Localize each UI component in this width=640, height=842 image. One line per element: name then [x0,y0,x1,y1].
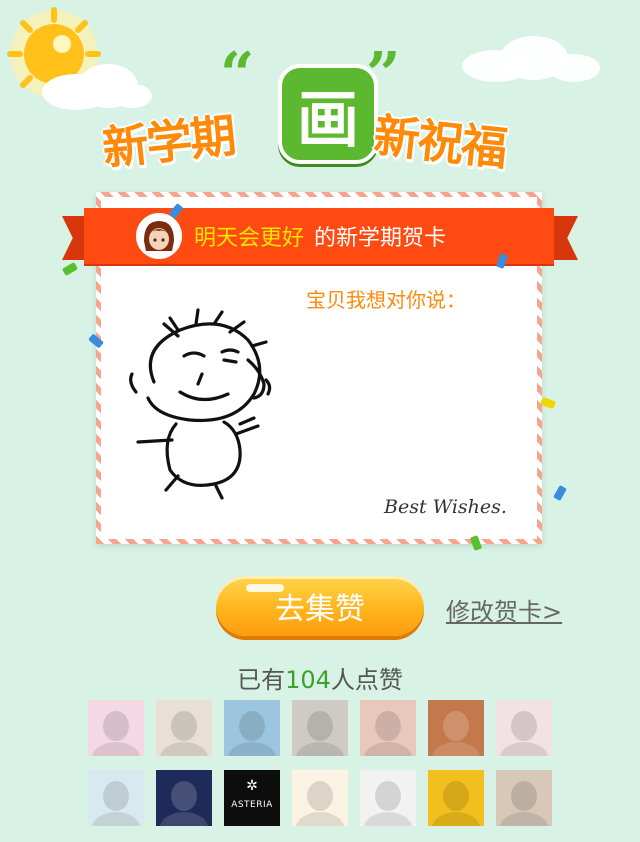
avatar-watercolor[interactable] [88,770,144,826]
avatar-image [228,711,276,756]
avatar-logo-text: ASTERIA [231,800,273,810]
liker-avatar-grid: ASTERIA ✲ [88,700,556,826]
card-title-suffix: 的新学期贺卡 [314,226,447,251]
likes-count: 104 [285,666,331,694]
avatar-image [160,711,208,756]
title-right: 新祝福 [371,108,509,176]
avatar-cartoon-pair[interactable] [292,770,348,826]
avatar-image [92,711,140,756]
avatar-couple[interactable] [428,700,484,756]
avatar-image [432,781,480,826]
title-left: 新学期 [99,108,237,176]
avatar-girl-bangs[interactable] [496,700,552,756]
avatar-image [160,781,208,826]
girl-avatar-icon [138,215,180,257]
confetti-decoration [553,484,567,502]
avatar-image [296,711,344,756]
collect-likes-button[interactable]: 去集赞 [216,576,424,636]
avatar-photo-beach[interactable] [496,770,552,826]
avatar-anime-girl[interactable] [88,700,144,756]
page-title: “ ” 新学期 画 新祝福 [96,40,556,176]
card-ribbon: 明天会更好 的新学期贺卡 [84,208,554,264]
likes-suffix: 人点赞 [330,666,403,694]
button-shine [246,584,284,592]
avatar-image [500,711,548,756]
signature-text: Best Wishes. [384,496,507,518]
likes-summary: 已有104人点赞 [0,660,640,695]
avatar-face-closeup[interactable] [360,700,416,756]
avatar-child[interactable] [156,700,212,756]
avatar-image [364,711,412,756]
child-drawing [118,300,278,500]
avatar-asteria-logo[interactable]: ASTERIA ✲ [224,770,280,826]
avatar-yellow-bear[interactable] [428,770,484,826]
star-icon: ✲ [246,778,258,794]
sender-avatar [136,213,182,259]
avatar-seaside[interactable] [224,700,280,756]
avatar-image [92,781,140,826]
confetti-decoration [540,396,556,410]
avatar-dark-portrait[interactable] [156,770,212,826]
avatar-image [432,711,480,756]
collect-likes-label: 去集赞 [275,593,365,626]
avatar-image [296,781,344,826]
sender-name: 明天会更好 [194,226,305,251]
avatar-image [364,781,412,826]
message-label: 宝贝我想对你说： [306,288,466,312]
edit-card-link[interactable]: 修改贺卡> [446,592,562,627]
confetti-decoration [61,262,79,276]
title-badge: 画 [278,64,378,164]
avatar-teal-hair[interactable] [360,770,416,826]
avatar-image [500,781,548,826]
likes-prefix: 已有 [237,666,286,694]
avatar-sketch[interactable] [292,700,348,756]
